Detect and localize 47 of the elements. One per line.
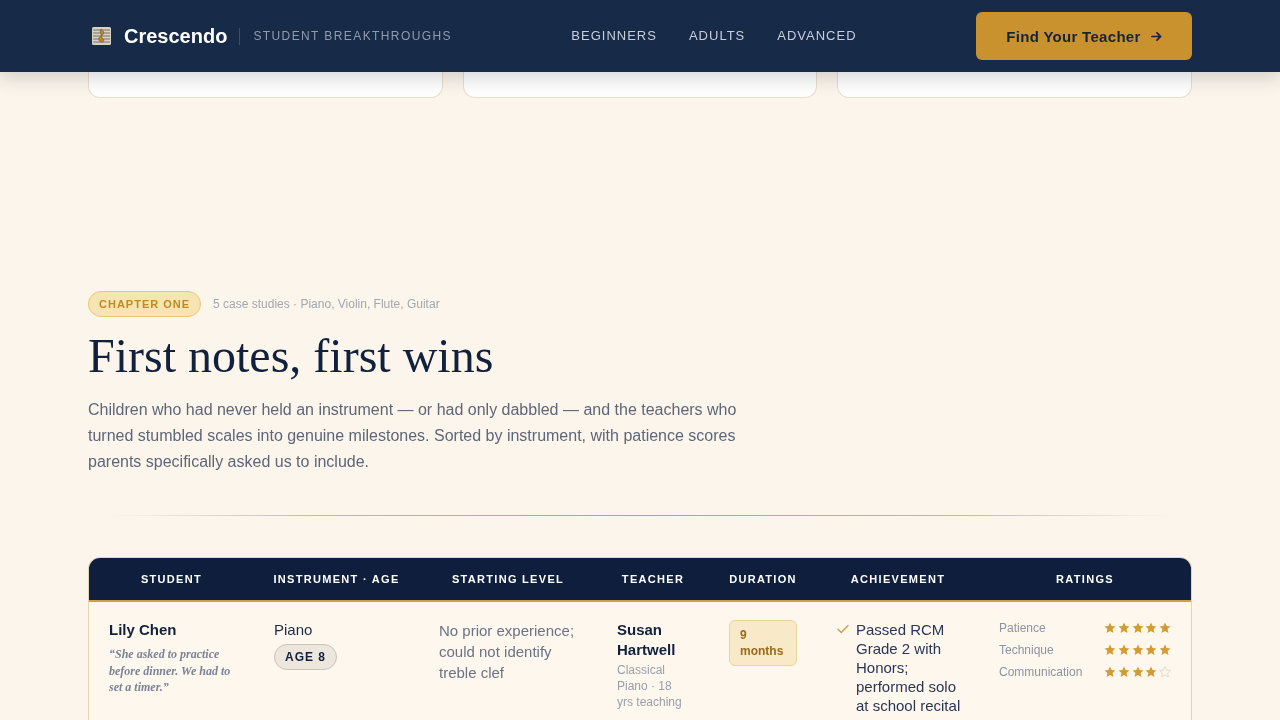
star-icon <box>1131 622 1144 634</box>
nav-link[interactable]: ADVANCED <box>777 28 857 44</box>
check-icon <box>837 624 849 634</box>
nav-link[interactable]: ADULTS <box>688 28 746 44</box>
column-header: DURATION <box>728 572 798 587</box>
student-quote: “She asked to practice before dinner. We had to set a timer.” <box>109 646 232 696</box>
duration-badge: 9 months <box>729 620 797 666</box>
column-header: STARTING LEVEL <box>450 572 566 587</box>
column-header: INSTRUMENT · AGE <box>272 572 401 587</box>
teacher-details: Classical Piano · 18 yrs teaching <box>617 662 683 710</box>
arrow-right-icon <box>1150 30 1162 42</box>
star-icon <box>1131 644 1144 656</box>
achievement-text: Passed RCM Grade 2 with Honors; performed solo at school recital <box>856 620 962 715</box>
star-icon <box>1145 622 1158 634</box>
rating-label: Technique <box>999 642 1054 658</box>
column-header: TEACHER <box>620 572 686 587</box>
star-icon <box>1117 666 1130 678</box>
nav-link[interactable]: BEGINNERS <box>571 28 657 44</box>
star-icon <box>1145 644 1158 656</box>
star-icon <box>1104 644 1116 656</box>
rating-label: Patience <box>999 620 1046 636</box>
star-icon <box>1104 622 1116 634</box>
student-name: Lily Chen <box>109 620 178 640</box>
chapter-intro: Children who had never held an instrument — or had only dabbled — and the teachers who turned stumbled scales into genuine milestones. Sorted by instrument, with patience scores parents specifically asked us to include. <box>88 400 738 472</box>
column-header: STUDENT <box>139 572 203 587</box>
sheet-music-icon <box>92 27 111 45</box>
brand-tagline: STUDENT BREAKTHROUGHS <box>253 28 452 44</box>
chapter-meta: 5 case studies · Piano, Violin, Flute, Guitar <box>213 296 440 312</box>
instrument-text: Piano <box>274 620 314 640</box>
star-icon <box>1159 644 1171 656</box>
find-teacher-button[interactable]: Find Your Teacher <box>976 12 1192 60</box>
chapter-badge: CHAPTER ONE <box>88 291 202 317</box>
star-icon <box>1131 666 1144 678</box>
column-header: RATINGS <box>1055 572 1115 587</box>
rating-label: Communication <box>999 664 1083 680</box>
star-icon <box>1117 644 1130 656</box>
teacher-name: Susan Hartwell <box>617 620 677 660</box>
empty-star-icon <box>1159 666 1171 678</box>
star-icon <box>1117 622 1130 634</box>
star-icon <box>1145 666 1158 678</box>
chapter-title: First notes, first wins <box>88 328 495 384</box>
brand-name: Crescendo <box>124 24 228 48</box>
starting-level-text: No prior experience; could not identify treble clef <box>439 621 576 683</box>
age-badge: AGE 8 <box>274 644 337 670</box>
column-header: ACHIEVEMENT <box>849 572 947 587</box>
star-icon <box>1104 666 1116 678</box>
star-icon <box>1159 622 1171 634</box>
